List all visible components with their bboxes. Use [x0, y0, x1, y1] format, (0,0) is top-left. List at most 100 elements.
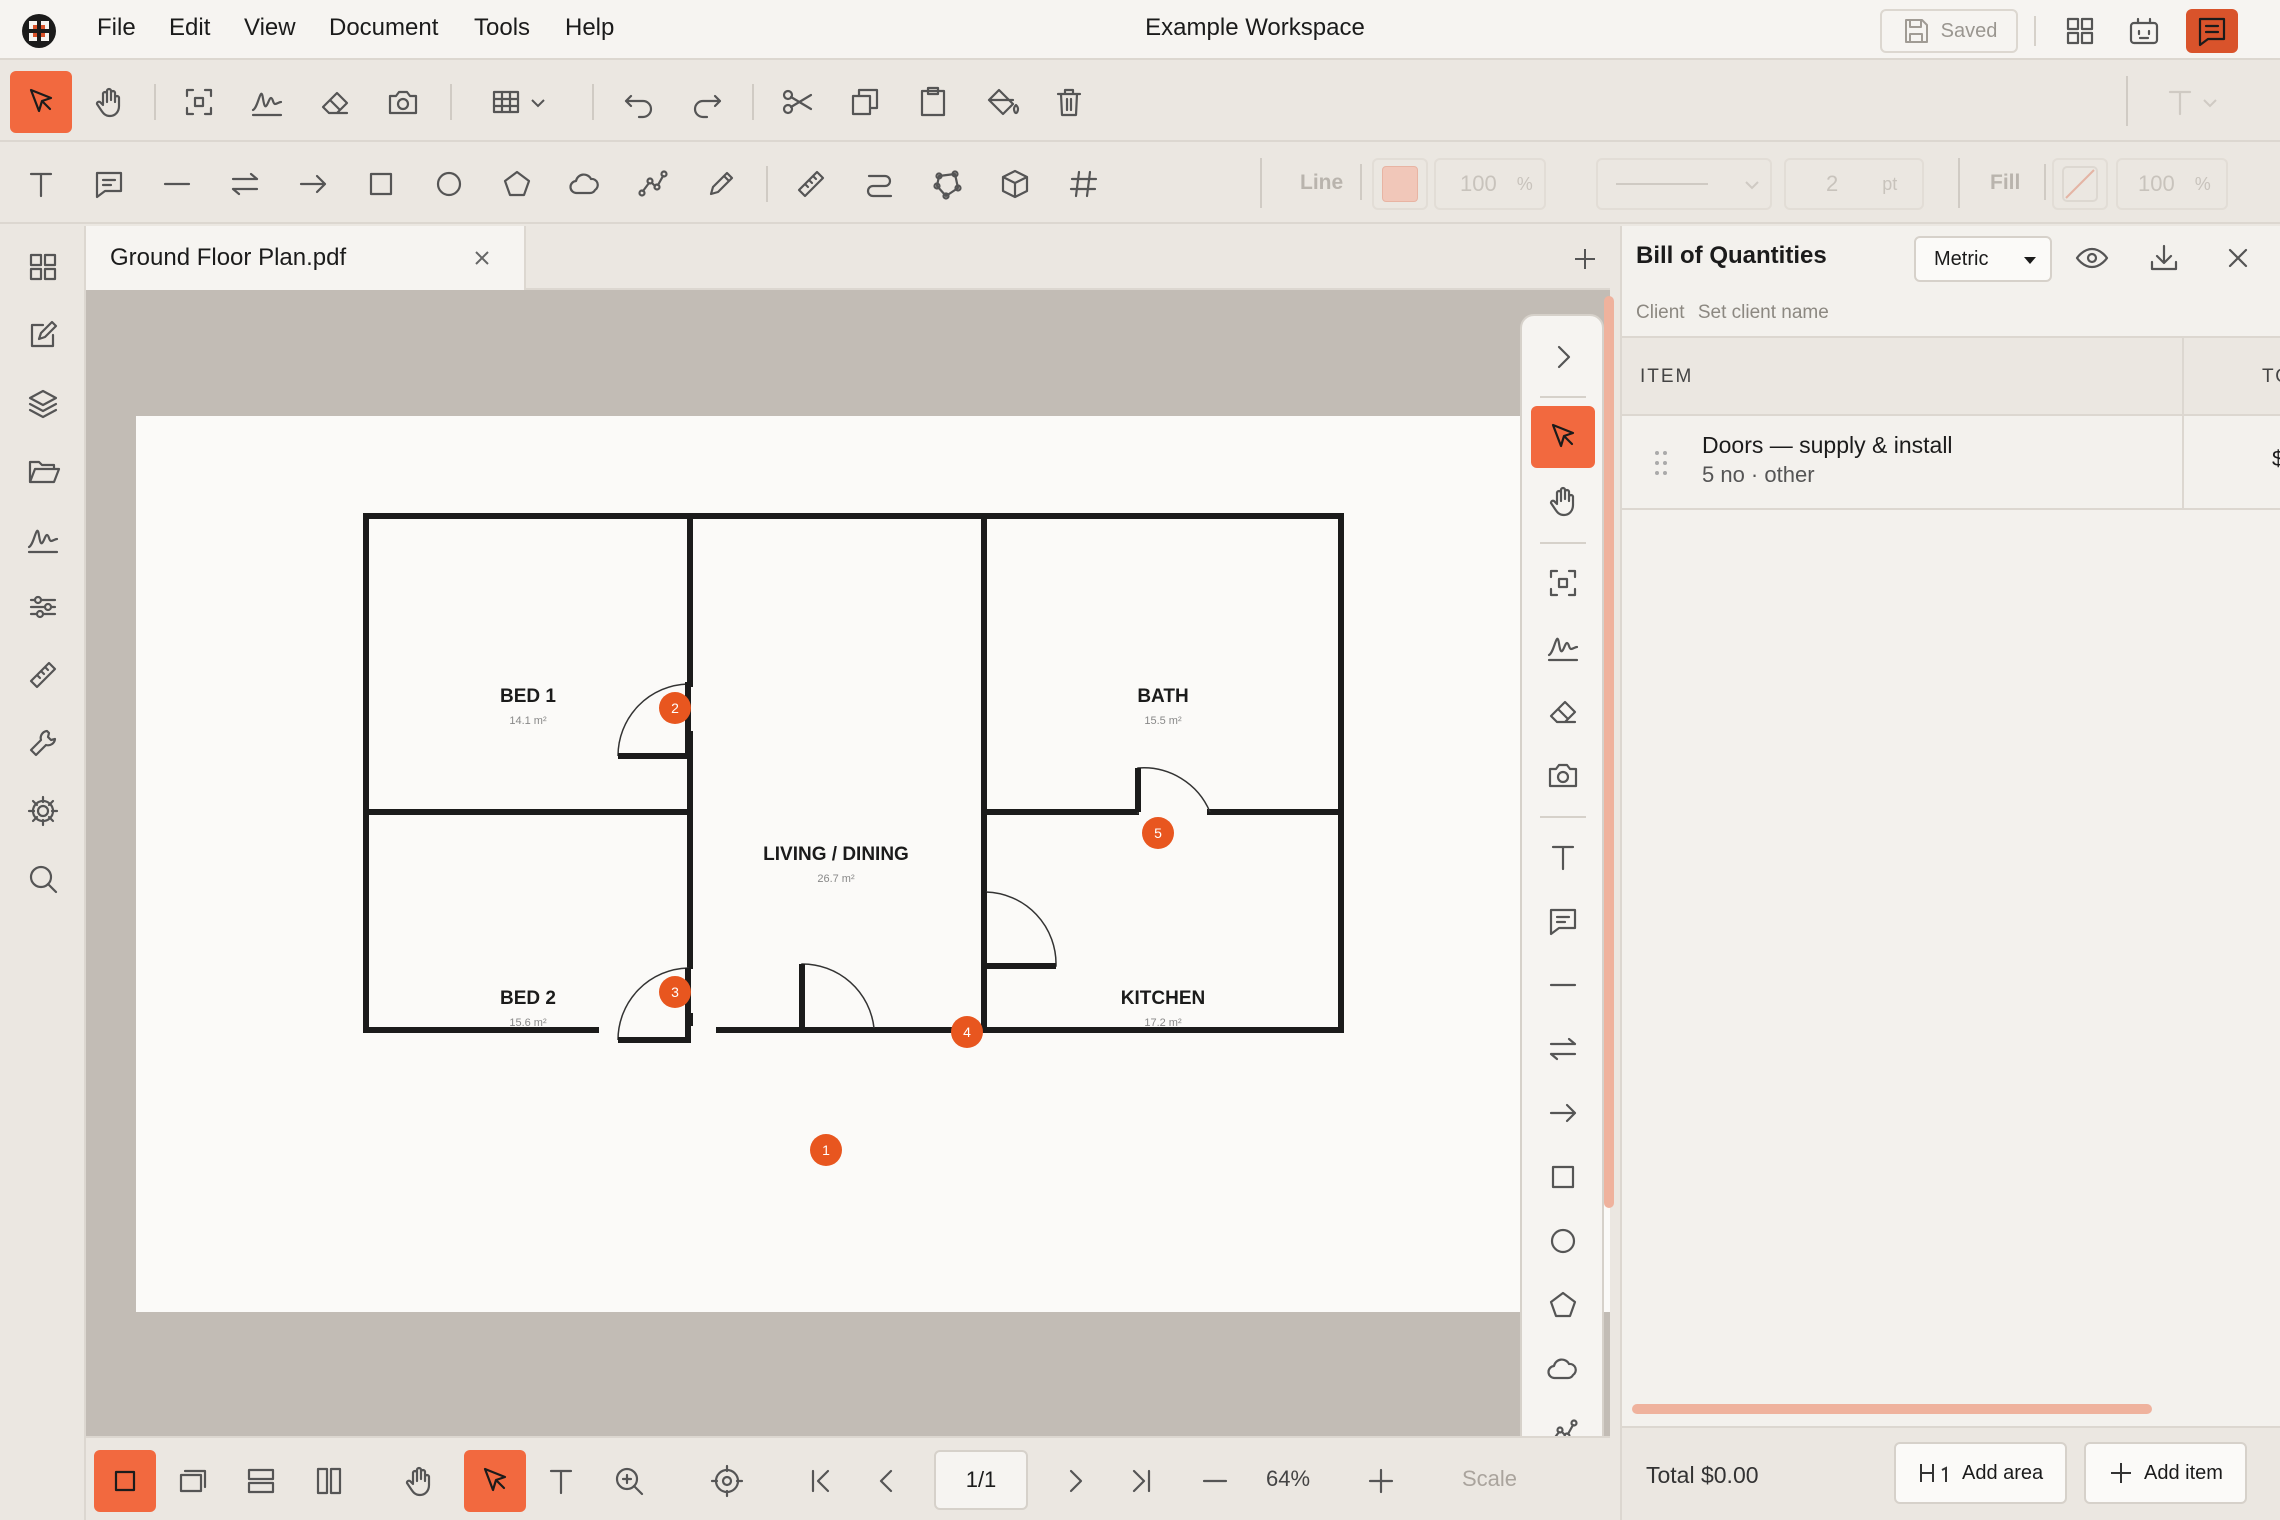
panel-horizontal-scrollbar[interactable] — [1632, 1404, 2152, 1414]
menu-view[interactable]: View — [244, 14, 296, 42]
fit-page-button[interactable] — [696, 1450, 758, 1512]
client-field[interactable]: Client Set client name — [1636, 302, 1829, 324]
line-tool-button[interactable] — [146, 153, 208, 215]
eraser-tool-button[interactable] — [304, 71, 366, 133]
ruler-icon[interactable] — [23, 655, 63, 695]
menu-edit[interactable]: Edit — [169, 14, 210, 42]
cloud-tool-button[interactable] — [1531, 1338, 1595, 1400]
zoom-tool-button[interactable] — [598, 1450, 660, 1512]
document-canvas[interactable]: BED 1 14.1 m² BATH 15.5 m² LIVING / DINI… — [86, 290, 1610, 1436]
polygon-tool-button[interactable] — [486, 153, 548, 215]
table-dropdown-button[interactable] — [478, 71, 558, 133]
wrench-icon[interactable] — [23, 723, 63, 763]
callout-tool-button[interactable] — [78, 153, 140, 215]
layout-grid-button[interactable] — [2060, 11, 2100, 51]
zoom-in-button[interactable] — [1350, 1450, 1412, 1512]
table-row[interactable]: Doors — supply & install 5 no · other $ — [1622, 416, 2280, 510]
text-tool-button[interactable] — [1531, 826, 1595, 888]
rectangle-tool-button[interactable] — [350, 153, 412, 215]
text-select-button[interactable] — [530, 1450, 592, 1512]
comments-panel-button[interactable] — [2186, 9, 2238, 53]
callout-tool-button[interactable] — [1531, 890, 1595, 952]
rectangle-tool-button[interactable] — [1531, 1146, 1595, 1208]
continuous-view-button[interactable] — [230, 1450, 292, 1512]
text-tool-button[interactable] — [10, 153, 72, 215]
pan-tool-button[interactable] — [388, 1450, 450, 1512]
door-marker[interactable]: 3 — [659, 976, 691, 1008]
edit-icon[interactable] — [23, 315, 63, 355]
drag-handle-icon[interactable] — [1652, 448, 1672, 478]
pan-tool-button[interactable] — [1531, 470, 1595, 532]
cloud-tool-button[interactable] — [554, 153, 616, 215]
next-page-button[interactable] — [1044, 1450, 1106, 1512]
paste-button[interactable] — [902, 71, 964, 133]
paint-bucket-button[interactable] — [970, 71, 1032, 133]
new-tab-plus-icon[interactable] — [1570, 244, 1600, 274]
unit-select[interactable]: Metric — [1914, 236, 2052, 282]
add-item-button[interactable]: Add item — [2084, 1442, 2247, 1504]
snapshot-tool-button[interactable] — [1531, 744, 1595, 806]
count-tool-button[interactable] — [1052, 153, 1114, 215]
door-marker[interactable]: 4 — [951, 1016, 983, 1048]
zoom-level[interactable]: 64% — [1266, 1466, 1310, 1492]
select-tool-button[interactable] — [464, 1450, 526, 1512]
pencil-tool-button[interactable] — [690, 153, 752, 215]
close-icon[interactable] — [470, 246, 494, 270]
last-page-button[interactable] — [1110, 1450, 1172, 1512]
sliders-icon[interactable] — [23, 587, 63, 627]
download-icon[interactable] — [2144, 238, 2184, 278]
search-icon[interactable] — [23, 859, 63, 899]
arrow-tool-button[interactable] — [282, 153, 344, 215]
ellipse-tool-button[interactable] — [418, 153, 480, 215]
delete-button[interactable] — [1038, 71, 1100, 133]
previous-page-button[interactable] — [856, 1450, 918, 1512]
zoom-out-button[interactable] — [1184, 1450, 1246, 1512]
first-page-button[interactable] — [790, 1450, 852, 1512]
pan-tool-button[interactable] — [78, 71, 140, 133]
line-color-swatch[interactable] — [1372, 158, 1428, 210]
signature-icon[interactable] — [23, 519, 63, 559]
save-button[interactable]: Saved — [1880, 9, 2018, 53]
select-tool-button[interactable] — [10, 71, 72, 133]
add-area-button[interactable]: Add area — [1894, 1442, 2068, 1504]
single-page-view-button[interactable] — [94, 1450, 156, 1512]
scale-label[interactable]: Scale — [1462, 1466, 1517, 1492]
signature-tool-button[interactable] — [1531, 616, 1595, 678]
arrow-tool-button[interactable] — [1531, 1082, 1595, 1144]
menu-file[interactable]: File — [97, 14, 136, 42]
eye-icon[interactable] — [2072, 238, 2112, 278]
dimension-tool-button[interactable] — [1531, 1018, 1595, 1080]
cut-button[interactable] — [766, 71, 828, 133]
close-icon[interactable] — [2218, 238, 2258, 278]
door-marker[interactable]: 1 — [810, 1134, 842, 1166]
door-marker[interactable]: 5 — [1142, 817, 1174, 849]
layers-icon[interactable] — [23, 383, 63, 423]
area-select-button[interactable] — [168, 71, 230, 133]
menu-tools[interactable]: Tools — [474, 14, 530, 42]
two-page-view-button[interactable] — [298, 1450, 360, 1512]
polygon-tool-button[interactable] — [1531, 1274, 1595, 1336]
column-header-item[interactable]: ITEM — [1640, 366, 1693, 388]
select-tool-button[interactable] — [1531, 406, 1595, 468]
area-measure-button[interactable] — [916, 153, 978, 215]
path-measure-button[interactable] — [848, 153, 910, 215]
column-header-total[interactable]: TO — [2262, 366, 2280, 388]
fill-color-swatch[interactable] — [2052, 158, 2108, 210]
polyline-tool-button[interactable] — [622, 153, 684, 215]
menu-help[interactable]: Help — [565, 14, 614, 42]
signature-tool-button[interactable] — [236, 71, 298, 133]
thumbnails-icon[interactable] — [23, 247, 63, 287]
cover-view-button[interactable] — [162, 1450, 224, 1512]
line-opacity-input[interactable]: 100 % — [1434, 158, 1546, 210]
line-width-input[interactable]: 2 pt — [1784, 158, 1924, 210]
folder-open-icon[interactable] — [23, 451, 63, 491]
menu-document[interactable]: Document — [329, 14, 438, 42]
redo-button[interactable] — [676, 71, 738, 133]
undo-button[interactable] — [608, 71, 670, 133]
area-select-button[interactable] — [1531, 552, 1595, 614]
snapshot-tool-button[interactable] — [372, 71, 434, 133]
document-tab[interactable]: Ground Floor Plan.pdf — [86, 226, 526, 290]
fill-opacity-input[interactable]: 100 % — [2116, 158, 2228, 210]
door-marker[interactable]: 2 — [659, 692, 691, 724]
eraser-tool-button[interactable] — [1531, 680, 1595, 742]
